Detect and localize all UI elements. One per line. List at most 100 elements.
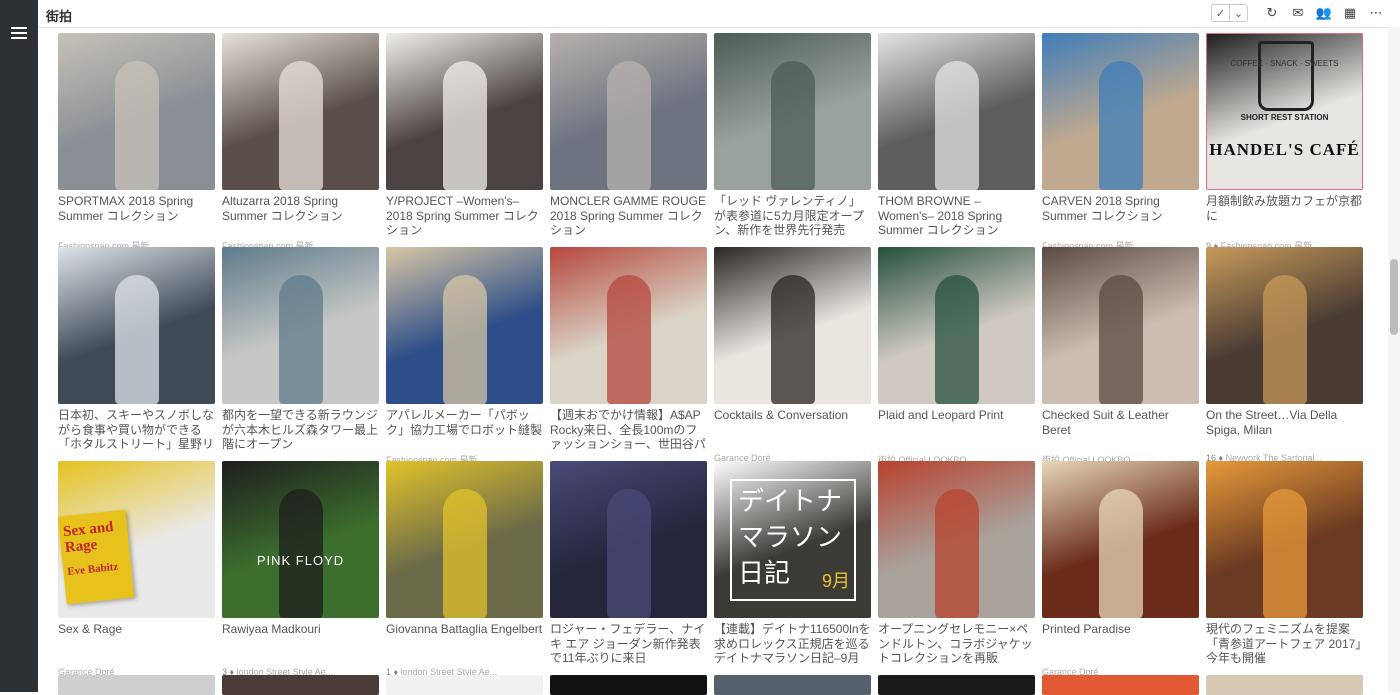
article-thumbnail[interactable] — [386, 675, 543, 695]
article-title[interactable]: 都内を一望できる新ラウンジが六本木ヒルズ森タワー最上階にオープン — [222, 408, 379, 452]
article-thumbnail[interactable] — [222, 33, 379, 190]
article-thumbnail[interactable] — [550, 461, 707, 618]
article-card[interactable]: 【週末おでかけ情報】A$AP Rocky来日、全長100mのファッションショー、… — [550, 247, 707, 457]
article-card[interactable] — [1206, 675, 1363, 695]
article-thumbnail[interactable] — [714, 675, 871, 695]
article-thumbnail[interactable] — [550, 675, 707, 695]
article-thumbnail[interactable] — [714, 33, 871, 190]
article-card[interactable]: 現代のフェミニズムを提案「青参道アートフェア 2017」今年も開催 — [1206, 461, 1363, 671]
article-card[interactable]: ロジャー・フェデラー、ナイキ エア ジョーダン新作発表で11年ぶりに来日 — [550, 461, 707, 671]
article-thumbnail[interactable] — [1206, 247, 1363, 404]
article-card[interactable] — [550, 675, 707, 695]
article-thumbnail[interactable]: COFFEE · SNACK · SWEETS SHORT REST STATIO… — [1206, 33, 1363, 190]
article-card[interactable]: COFFEE · SNACK · SWEETS SHORT REST STATIO… — [1206, 33, 1363, 251]
article-title[interactable]: On the Street…Via Della Spiga, Milan — [1206, 408, 1363, 452]
article-thumbnail[interactable] — [58, 247, 215, 404]
article-title[interactable]: Checked Suit & Leather Beret — [1042, 408, 1199, 452]
article-thumbnail[interactable] — [222, 247, 379, 404]
mark-read-group: ✓ ⌄ — [1211, 4, 1248, 22]
more-icon[interactable]: ⋯ — [1368, 5, 1384, 21]
article-title[interactable]: CARVEN 2018 Spring Summer コレクション — [1042, 194, 1199, 238]
article-thumbnail[interactable] — [878, 461, 1035, 618]
article-card[interactable] — [878, 675, 1035, 695]
daytona-month: 9月 — [821, 571, 850, 591]
article-thumbnail[interactable] — [1042, 675, 1199, 695]
article-title[interactable]: THOM BROWNE –Women's– 2018 Spring Summer… — [878, 194, 1035, 238]
article-thumbnail[interactable] — [1042, 461, 1199, 618]
article-title[interactable]: Printed Paradise — [1042, 622, 1199, 666]
article-card[interactable]: Plaid and Leopard Print 街拍 Official LOOKB… — [878, 247, 1035, 465]
article-title[interactable]: 【週末おでかけ情報】A$AP Rocky来日、全長100mのファッションショー、… — [550, 408, 707, 452]
article-card[interactable] — [58, 675, 215, 695]
refresh-icon[interactable]: ↻ — [1264, 5, 1280, 21]
article-thumbnail[interactable] — [878, 675, 1035, 695]
article-card[interactable]: Altuzarra 2018 Spring Summer コレクション Fashi… — [222, 33, 379, 251]
article-card[interactable] — [1042, 675, 1199, 695]
article-card[interactable]: On the Street…Via Della Spiga, Milan 16 ♦… — [1206, 247, 1363, 463]
article-title[interactable]: オープニングセレモニー×ペンドルトン、コラボジャケットコレクションを再販 — [878, 622, 1035, 666]
grid-view-icon[interactable]: ▦ — [1342, 5, 1358, 21]
article-thumbnail[interactable] — [714, 247, 871, 404]
scrollbar-thumb[interactable] — [1390, 259, 1398, 335]
article-title[interactable]: Cocktails & Conversation — [714, 408, 871, 452]
article-title[interactable]: Rawiyaa Madkouri — [222, 622, 379, 666]
article-title[interactable]: Giovanna Battaglia Engelbert — [386, 622, 543, 666]
article-thumbnail[interactable] — [58, 33, 215, 190]
article-title[interactable]: Plaid and Leopard Print — [878, 408, 1035, 452]
check-icon[interactable]: ✓ — [1212, 5, 1229, 21]
article-thumbnail[interactable] — [550, 247, 707, 404]
article-card[interactable]: Checked Suit & Leather Beret 街拍 Official … — [1042, 247, 1199, 465]
article-card[interactable]: MONCLER GAMME ROUGE 2018 Spring Summer コ… — [550, 33, 707, 243]
article-title[interactable]: 日本初、スキーやスノボしながら食事や買い物ができる「ホタルストリート」星野リ — [58, 408, 215, 452]
article-card[interactable]: 「レッド ヴァレンティノ」が表参道に5カ月限定オープン、新作を世界先行発売 — [714, 33, 871, 243]
article-card[interactable]: Cocktails & Conversation Garance Doré — [714, 247, 871, 463]
article-title[interactable]: 月額制飲み放題カフェが京都に — [1206, 194, 1363, 238]
people-icon[interactable]: 👥 — [1316, 5, 1332, 21]
article-card[interactable]: Y/PROJECT –Women's– 2018 Spring Summer コ… — [386, 33, 543, 243]
article-thumbnail[interactable] — [386, 33, 543, 190]
article-card[interactable]: オープニングセレモニー×ペンドルトン、コラボジャケットコレクションを再販 — [878, 461, 1035, 671]
article-title[interactable]: Y/PROJECT –Women's– 2018 Spring Summer コ… — [386, 194, 543, 238]
article-thumbnail[interactable] — [1206, 675, 1363, 695]
article-card[interactable]: Printed Paradise Garance Doré — [1042, 461, 1199, 677]
article-card[interactable] — [386, 675, 543, 695]
article-card[interactable]: Sex and Rage Eve Babitz Sex & Rage Garance … — [58, 461, 215, 677]
article-card[interactable]: Giovanna Battaglia Engelbert 1 ♦ london S… — [386, 461, 543, 677]
article-card[interactable]: CARVEN 2018 Spring Summer コレクション Fashions… — [1042, 33, 1199, 251]
mail-icon[interactable]: ✉ — [1290, 5, 1306, 21]
article-title[interactable]: 現代のフェミニズムを提案「青参道アートフェア 2017」今年も開催 — [1206, 622, 1363, 666]
article-thumbnail[interactable] — [878, 33, 1035, 190]
article-title[interactable]: 「レッド ヴァレンティノ」が表参道に5カ月限定オープン、新作を世界先行発売 — [714, 194, 871, 238]
article-title[interactable]: MONCLER GAMME ROUGE 2018 Spring Summer コ… — [550, 194, 707, 238]
article-card[interactable]: 都内を一望できる新ラウンジが六本木ヒルズ森タワー最上階にオープン — [222, 247, 379, 457]
article-thumbnail[interactable] — [58, 675, 215, 695]
article-thumbnail[interactable] — [386, 247, 543, 404]
article-thumbnail[interactable] — [878, 247, 1035, 404]
article-card[interactable]: 日本初、スキーやスノボしながら食事や買い物ができる「ホタルストリート」星野リ — [58, 247, 215, 457]
chevron-down-icon[interactable]: ⌄ — [1229, 5, 1247, 21]
article-thumbnail[interactable] — [1206, 461, 1363, 618]
article-card[interactable]: デイトナ マラソン 日記 9月 【連載】デイトナ116500lnを求めロレックス正規店を… — [714, 461, 871, 671]
scrollbar[interactable] — [1388, 27, 1400, 692]
article-card[interactable]: SPORTMAX 2018 Spring Summer コレクション Fashio… — [58, 33, 215, 251]
article-thumbnail[interactable] — [386, 461, 543, 618]
article-title[interactable]: Altuzarra 2018 Spring Summer コレクション — [222, 194, 379, 238]
article-thumbnail[interactable] — [222, 675, 379, 695]
article-thumbnail[interactable] — [1042, 33, 1199, 190]
article-thumbnail[interactable] — [550, 33, 707, 190]
article-title[interactable]: アパレルメーカー「パボック」協力工場でロボット縫製 — [386, 408, 543, 452]
article-title[interactable]: Sex & Rage — [58, 622, 215, 666]
article-card[interactable]: THOM BROWNE –Women's– 2018 Spring Summer… — [878, 33, 1035, 243]
article-card[interactable] — [714, 675, 871, 695]
article-title[interactable]: 【連載】デイトナ116500lnを求めロレックス正規店を巡るデイトナマラソン日記… — [714, 622, 871, 666]
article-thumbnail[interactable]: Sex and Rage Eve Babitz — [58, 461, 215, 618]
article-card[interactable]: アパレルメーカー「パボック」協力工場でロボット縫製 Fashionsnap.com… — [386, 247, 543, 465]
hamburger-menu-icon[interactable] — [11, 27, 27, 43]
article-title[interactable]: SPORTMAX 2018 Spring Summer コレクション — [58, 194, 215, 238]
article-thumbnail[interactable]: デイトナ マラソン 日記 9月 — [714, 461, 871, 618]
article-card[interactable]: PINK FLOYD Rawiyaa Madkouri 3 ♦ london Str… — [222, 461, 379, 677]
article-card[interactable] — [222, 675, 379, 695]
article-title[interactable]: ロジャー・フェデラー、ナイキ エア ジョーダン新作発表で11年ぶりに来日 — [550, 622, 707, 666]
article-thumbnail[interactable] — [1042, 247, 1199, 404]
article-thumbnail[interactable]: PINK FLOYD — [222, 461, 379, 618]
